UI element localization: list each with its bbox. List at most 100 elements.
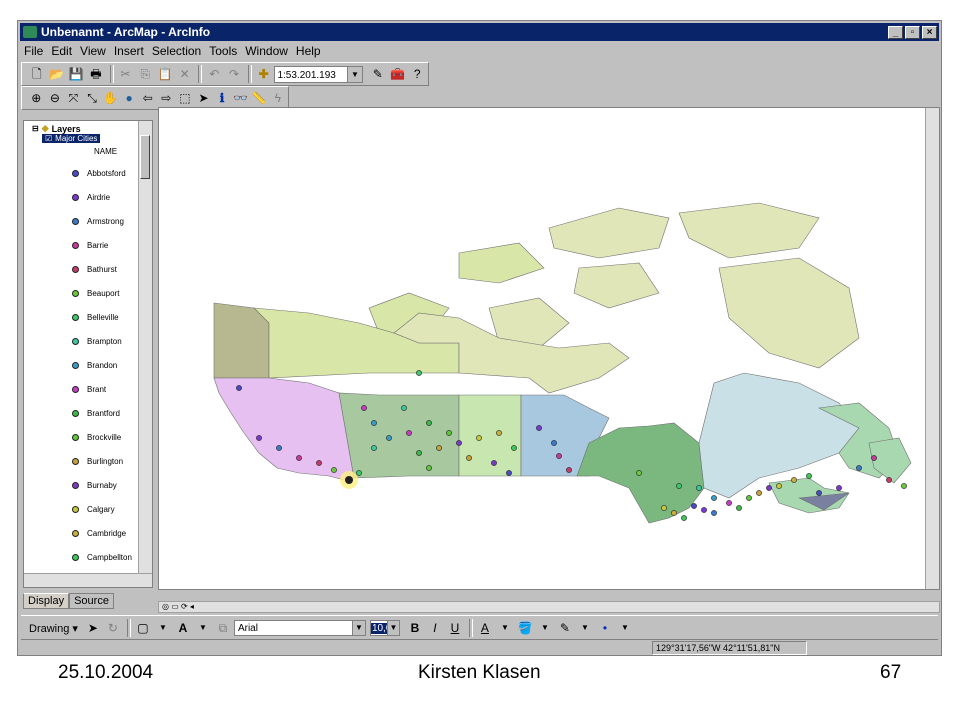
cut-icon[interactable]: ✂ <box>117 65 135 83</box>
menu-edit[interactable]: Edit <box>47 44 76 58</box>
city-legend-item[interactable]: Brantford <box>72 409 120 418</box>
zoom-out-icon[interactable]: ⊖ <box>47 89 64 107</box>
forward-arrow-icon[interactable]: ⇨ <box>158 89 175 107</box>
add-data-icon[interactable]: ✚ <box>255 65 273 83</box>
city-symbol-icon <box>72 386 79 393</box>
map-display[interactable] <box>158 107 940 590</box>
data-view-toggle-icon[interactable]: ◎ ▭ ⟳ ◂ <box>159 602 194 611</box>
whats-this-help-icon[interactable]: ? <box>408 65 426 83</box>
minimize-button[interactable]: _ <box>888 25 903 39</box>
menu-help[interactable]: Help <box>292 44 325 58</box>
menu-window[interactable]: Window <box>241 44 292 58</box>
city-legend-item[interactable]: Brockville <box>72 433 121 442</box>
hyperlink-lightning-icon[interactable]: ϟ <box>270 89 287 107</box>
menu-selection[interactable]: Selection <box>148 44 205 58</box>
editor-toolbar-icon[interactable]: ✎ <box>369 65 387 83</box>
menu-insert[interactable]: Insert <box>110 44 148 58</box>
font-name-combo[interactable]: Arial ▼ <box>233 620 366 636</box>
chevron-down-icon[interactable]: ▼ <box>346 66 362 82</box>
city-symbol-icon <box>72 338 79 345</box>
close-button[interactable]: × <box>922 25 937 39</box>
city-legend-item[interactable]: Airdrie <box>72 193 110 202</box>
city-legend-item[interactable]: Belleville <box>72 313 119 322</box>
undo-icon[interactable]: ↶ <box>205 65 223 83</box>
fill-color-icon[interactable]: 🪣 <box>516 619 534 637</box>
city-legend-item[interactable]: Barrie <box>72 241 108 250</box>
font-size-combo[interactable]: 10,0 ▼ <box>369 620 400 636</box>
select-elements-arrow-icon[interactable]: ➤ <box>195 89 212 107</box>
chevron-down-icon[interactable]: ▼ <box>616 619 634 637</box>
city-legend-item[interactable]: Burnaby <box>72 481 117 490</box>
bold-icon[interactable]: B <box>406 619 424 637</box>
footer-author: Kirsten Klasen <box>418 662 541 683</box>
zoom-in-icon[interactable]: ⊕ <box>28 89 45 107</box>
restore-button[interactable]: ▫ <box>905 25 920 39</box>
select-features-icon[interactable]: ⬚ <box>177 89 194 107</box>
font-color-icon[interactable]: A <box>476 619 494 637</box>
tab-display[interactable]: Display <box>23 593 70 609</box>
full-extent-globe-icon[interactable]: ● <box>121 89 138 107</box>
city-legend-item[interactable]: Bathurst <box>72 265 117 274</box>
tab-source[interactable]: Source <box>69 593 114 609</box>
print-icon[interactable]: 🖶 <box>87 65 105 83</box>
chevron-down-icon[interactable]: ▼ <box>576 619 594 637</box>
new-document-icon[interactable]: 🗋 <box>28 65 46 83</box>
scroll-thumb[interactable] <box>140 135 150 179</box>
chevron-down-icon[interactable]: ▼ <box>194 619 212 637</box>
city-legend-item[interactable]: Burlington <box>72 457 123 466</box>
arctoolbox-icon[interactable]: 🧰 <box>389 65 407 83</box>
measure-icon[interactable]: 📏 <box>251 89 268 107</box>
city-legend-item[interactable]: Calgary <box>72 505 115 514</box>
map-scale-combo[interactable]: 1:53.201.193 ▼ <box>274 65 363 83</box>
rectangle-tool-icon[interactable]: ▢ <box>134 619 152 637</box>
map-vertical-scrollbar[interactable] <box>925 108 939 589</box>
collapse-icon[interactable]: ⊟ <box>32 124 39 133</box>
city-legend-item[interactable]: Brandon <box>72 361 117 370</box>
toc-horizontal-scrollbar[interactable] <box>24 573 152 587</box>
rotate-icon[interactable]: ↻ <box>104 619 122 637</box>
city-legend-item[interactable]: Armstrong <box>72 217 124 226</box>
copy-icon[interactable]: ⎘ <box>136 65 154 83</box>
paste-icon[interactable]: 📋 <box>156 65 174 83</box>
toc-layer-major-cities[interactable]: ☑ Major Cities <box>42 134 101 143</box>
city-legend-item[interactable]: Abbotsford <box>72 169 126 178</box>
city-legend-item[interactable]: Campbellton <box>72 553 132 562</box>
menu-file[interactable]: File <box>20 44 47 58</box>
identify-info-icon[interactable]: ℹ <box>214 89 231 107</box>
arcmap-app-icon <box>23 26 37 38</box>
select-elements-icon[interactable]: ➤ <box>84 619 102 637</box>
save-icon[interactable]: 💾 <box>67 65 85 83</box>
chevron-down-icon[interactable]: ▼ <box>154 619 172 637</box>
layer-visibility-checkbox[interactable]: ☑ <box>45 134 52 143</box>
italic-icon[interactable]: I <box>426 619 444 637</box>
delete-icon[interactable]: ✕ <box>176 65 194 83</box>
redo-icon[interactable]: ↷ <box>225 65 243 83</box>
fixed-zoom-in-icon[interactable]: ⤧ <box>65 89 82 107</box>
menu-tools[interactable]: Tools <box>205 44 241 58</box>
city-marker <box>371 445 377 451</box>
chevron-down-icon[interactable]: ▼ <box>386 621 399 635</box>
marker-color-icon[interactable]: • <box>596 619 614 637</box>
open-folder-icon[interactable]: 📂 <box>48 65 66 83</box>
back-arrow-icon[interactable]: ⇦ <box>139 89 156 107</box>
toc-vertical-scrollbar[interactable] <box>138 121 152 587</box>
city-legend-item[interactable]: Brant <box>72 385 106 394</box>
city-legend-item[interactable]: Cambridge <box>72 529 126 538</box>
city-legend-item[interactable]: Beauport <box>72 289 119 298</box>
chevron-down-icon[interactable]: ▼ <box>536 619 554 637</box>
new-text-icon[interactable]: A <box>174 619 192 637</box>
find-binoculars-icon[interactable]: 👓 <box>232 89 249 107</box>
city-legend-item[interactable]: Brampton <box>72 337 122 346</box>
edit-vertices-icon[interactable]: ⧉ <box>214 619 232 637</box>
chevron-down-icon[interactable]: ▼ <box>496 619 514 637</box>
map-horizontal-scrollbar[interactable]: ◎ ▭ ⟳ ◂ <box>158 601 940 613</box>
fixed-zoom-out-icon[interactable]: ⤡ <box>84 89 101 107</box>
toc-layers-root[interactable]: ⊟ ◆ Layers <box>32 123 81 134</box>
chevron-down-icon[interactable]: ▼ <box>351 621 365 635</box>
drawing-menu[interactable]: Drawing ▾ <box>29 622 78 635</box>
pan-hand-icon[interactable]: ✋ <box>102 89 119 107</box>
city-marker <box>711 510 717 516</box>
menu-view[interactable]: View <box>76 44 110 58</box>
line-color-icon[interactable]: ✎ <box>556 619 574 637</box>
underline-icon[interactable]: U <box>446 619 464 637</box>
